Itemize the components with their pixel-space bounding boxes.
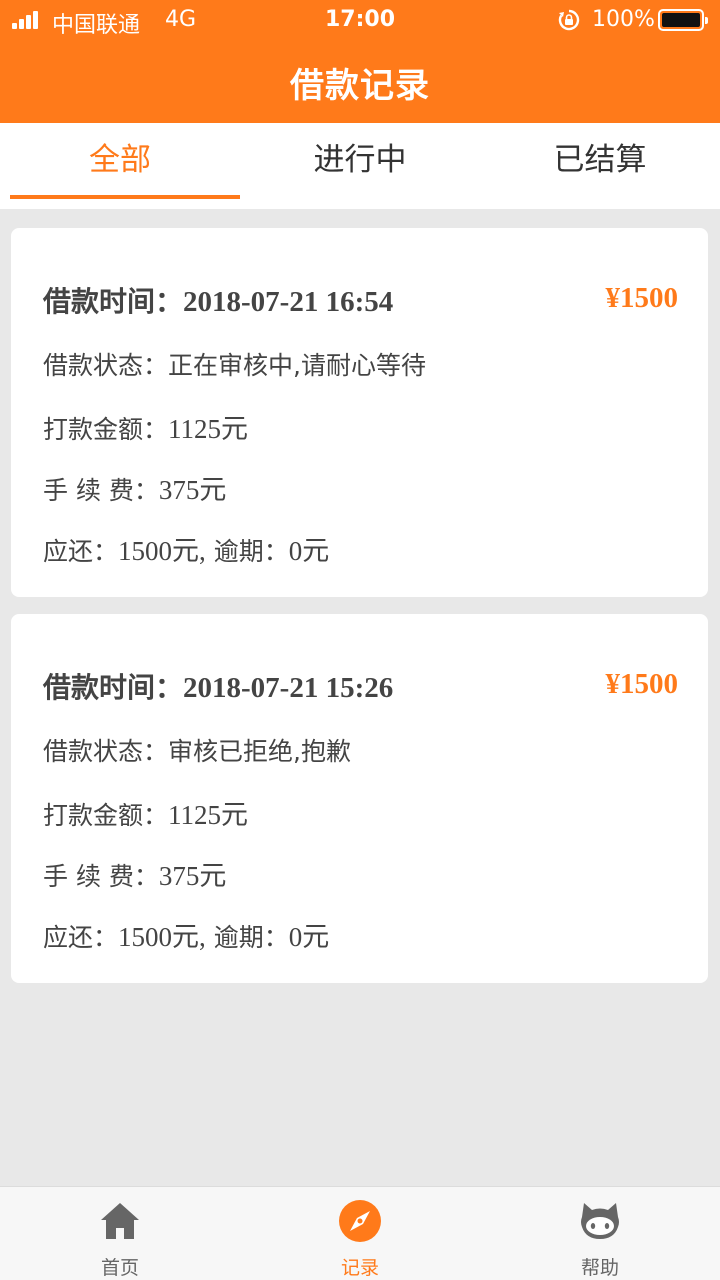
loan-time-value: 2018-07-21 15:26 (183, 672, 394, 704)
overdue-label: 逾期： (213, 537, 289, 566)
home-icon (101, 1203, 139, 1239)
status-bar: 中国联通 4G 17:00 100% (0, 0, 720, 40)
due-value: 1500元, (118, 922, 206, 952)
payout-row: 打款金额：1125元 (43, 793, 248, 832)
fee-label: 手 续 费： (43, 476, 159, 505)
battery-icon (658, 9, 708, 31)
loan-status-row: 借款状态：审核已拒绝,抱歉 (43, 732, 351, 768)
tab-all[interactable]: 全部 (0, 123, 240, 209)
battery-percent: 100% (592, 7, 655, 32)
nav-item-records[interactable]: 记录 (240, 1187, 480, 1280)
loan-status-value: 正在审核中,请耐心等待 (168, 351, 426, 380)
bottom-nav: 首页 记录 帮助 (0, 1186, 720, 1280)
rotation-lock-icon (558, 9, 580, 31)
compass-icon (339, 1200, 381, 1242)
loan-status-row: 借款状态：正在审核中,请耐心等待 (43, 346, 426, 382)
due-label: 应还： (43, 923, 119, 952)
payout-row: 打款金额：1125元 (43, 407, 248, 446)
overdue-value: 0元 (288, 922, 330, 952)
due-value: 1500元, (118, 536, 206, 566)
nav-label: 记录 (340, 1257, 379, 1279)
loan-time-row: 借款时间：2018-07-21 15:26 (43, 666, 393, 706)
due-label: 应还： (43, 537, 119, 566)
nav-item-help[interactable]: 帮助 (480, 1187, 720, 1280)
repayment-row: 应还：1500元, 逾期：0元 (43, 529, 329, 568)
nav-label: 首页 (100, 1257, 139, 1279)
loan-amount: ¥1500 (605, 282, 679, 314)
tab-label: 已结算 (553, 142, 647, 178)
active-tab-indicator (10, 195, 240, 199)
overdue-label: 逾期： (213, 923, 289, 952)
fee-value: 375元 (158, 475, 227, 505)
tab-settled[interactable]: 已结算 (480, 123, 720, 209)
payout-value: 1125元 (168, 800, 249, 830)
loan-status-label: 借款状态： (43, 351, 169, 380)
loan-record-card[interactable]: 借款时间：2018-07-21 16:54 ¥1500 借款状态：正在审核中,请… (11, 228, 708, 597)
app-header: 中国联通 4G 17:00 100% 借款记录 (0, 0, 720, 123)
payout-label: 打款金额： (43, 801, 169, 830)
nav-item-home[interactable]: 首页 (0, 1187, 240, 1280)
tab-in-progress[interactable]: 进行中 (240, 123, 480, 209)
octocat-icon (581, 1203, 619, 1239)
tab-label: 进行中 (313, 142, 407, 178)
loan-record-card[interactable]: 借款时间：2018-07-21 15:26 ¥1500 借款状态：审核已拒绝,抱… (11, 614, 708, 983)
loan-time-label: 借款时间： (43, 671, 184, 704)
loan-time-label: 借款时间： (43, 285, 184, 318)
loan-time-value: 2018-07-21 16:54 (183, 286, 394, 318)
fee-row: 手 续 费：375元 (43, 854, 226, 893)
payout-label: 打款金额： (43, 415, 169, 444)
payout-value: 1125元 (168, 414, 249, 444)
tab-label: 全部 (89, 142, 151, 178)
filter-tabs: 全部 进行中 已结算 (0, 123, 720, 209)
loan-status-label: 借款状态： (43, 737, 169, 766)
fee-row: 手 续 费：375元 (43, 468, 226, 507)
overdue-value: 0元 (288, 536, 330, 566)
fee-value: 375元 (158, 861, 227, 891)
loan-amount: ¥1500 (605, 668, 679, 700)
loan-status-value: 审核已拒绝,抱歉 (168, 737, 351, 766)
page-title: 借款记录 (290, 66, 430, 106)
loan-time-row: 借款时间：2018-07-21 16:54 (43, 280, 393, 320)
repayment-row: 应还：1500元, 逾期：0元 (43, 915, 329, 954)
fee-label: 手 续 费： (43, 862, 159, 891)
nav-label: 帮助 (580, 1257, 619, 1279)
